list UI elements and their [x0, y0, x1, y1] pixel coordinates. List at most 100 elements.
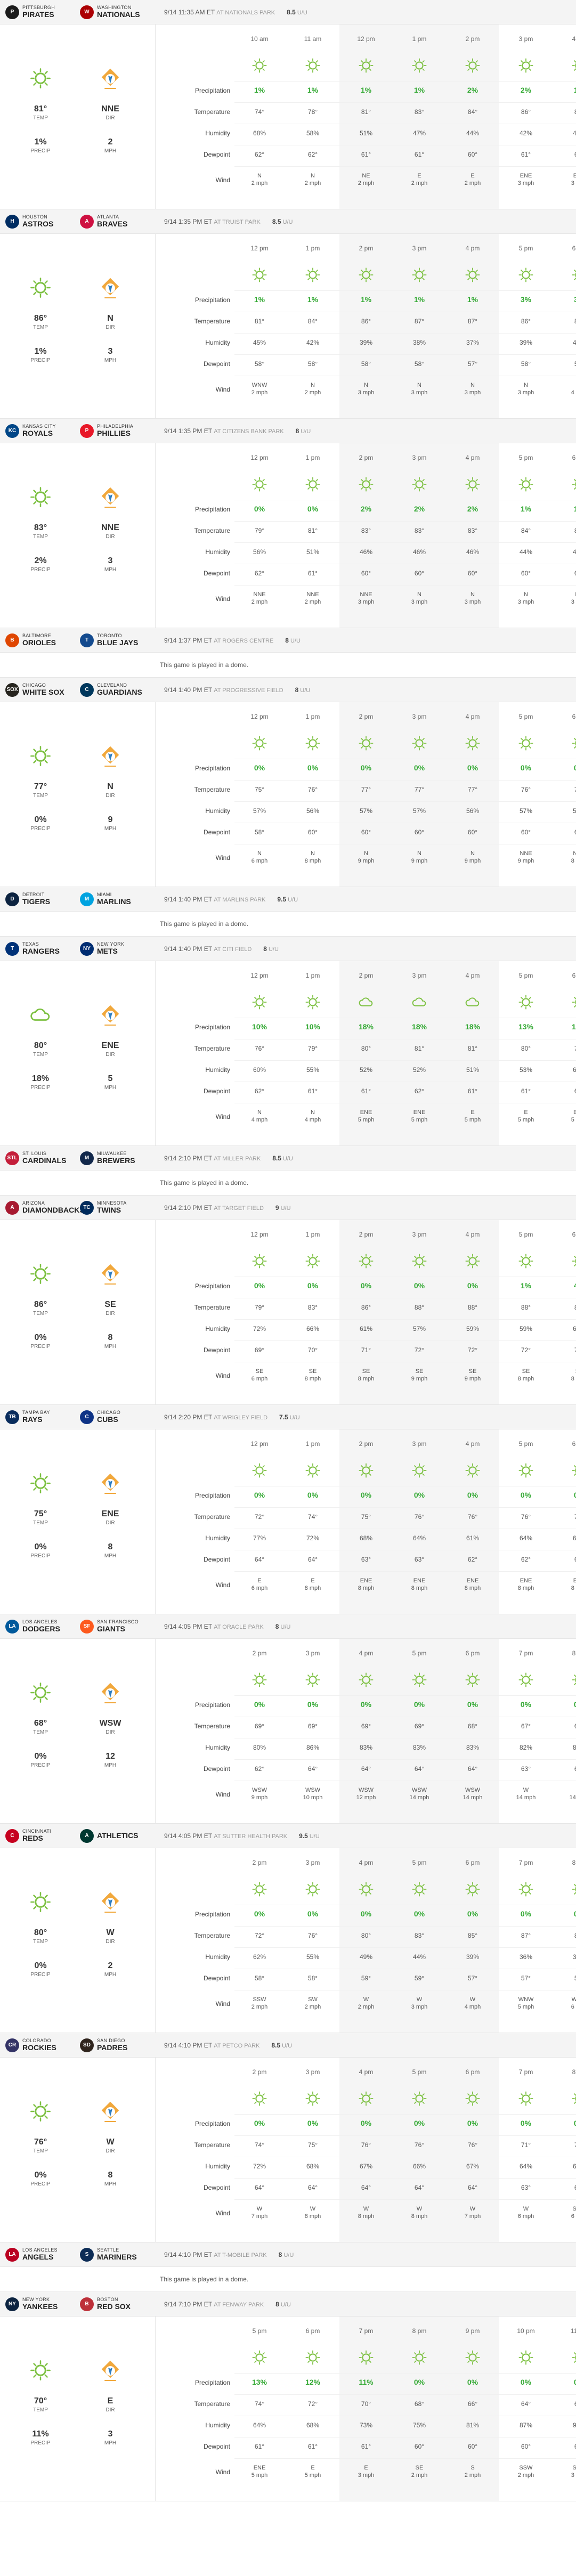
home-team[interactable]: P Philadelphia Phillies — [80, 424, 155, 438]
temp-caption: Temp — [33, 2148, 48, 2154]
humidity-value: 81% — [466, 2421, 480, 2429]
home-team[interactable]: C Cleveland Guardians — [80, 682, 155, 697]
away-team[interactable]: CR Colorado Rockies — [5, 2038, 80, 2052]
venue-name[interactable]: At Nationals Park — [216, 10, 275, 16]
sun-icon — [305, 2091, 321, 2107]
home-team[interactable]: W Washington Nationals — [80, 5, 155, 19]
away-team-name: St. Louis Cardinals — [22, 1151, 66, 1164]
home-team[interactable]: T Toronto Blue Jays — [80, 633, 155, 647]
game-card: D Detroit Tigers M Miami Marlins 9/14 1:40 PM … — [0, 887, 576, 937]
away-team[interactable]: P Pittsburgh Pirates — [5, 5, 80, 19]
team-nickname: Phillies — [97, 428, 131, 437]
forecast-summary: 68° Temp 0% Precip WSW Dir 12 MPH — [0, 1639, 156, 1823]
game-time: 9/14 4:05 PM ET At Oracle Park — [164, 1623, 264, 1630]
wind-speed-value: 6 mph — [251, 858, 268, 864]
humidity-value: 73% — [359, 2421, 373, 2429]
wind-speed-value: 2 mph — [411, 180, 428, 186]
dewpoint-value: 70° — [307, 1346, 318, 1354]
away-team[interactable]: T Texas Rangers — [5, 941, 80, 956]
venue-name[interactable]: At Wrigley Field — [214, 1415, 267, 1421]
wind-direction-value: WNW — [518, 1996, 534, 2003]
sun-icon — [29, 2100, 52, 2123]
hour-label: 6 pm — [465, 1649, 480, 1657]
away-team[interactable]: LA Los Angeles Angels — [5, 2247, 80, 2262]
venue-name[interactable]: At Rogers Centre — [214, 638, 273, 644]
venue-name[interactable]: At Citizens Bank Park — [214, 428, 283, 435]
dewpoint-value: 62° — [254, 1765, 265, 1773]
precip-row-label: Precipitation — [194, 87, 230, 94]
dewpoint-row-label: Dewpoint — [203, 2443, 230, 2450]
home-team[interactable]: M Milwaukee Brewers — [80, 1151, 155, 1165]
summary-precip: 0% — [34, 815, 47, 824]
venue-name[interactable]: At Sutter Health Park — [214, 1833, 287, 1840]
venue-name[interactable]: At Citi Field — [214, 946, 252, 953]
summary-precip: 0% — [34, 1542, 47, 1551]
sun-icon — [358, 1672, 374, 1688]
home-team[interactable]: S Seattle Mariners — [80, 2247, 155, 2262]
wind-direction-value: W — [363, 1996, 369, 2003]
humidity-value: 56% — [466, 807, 480, 815]
away-team[interactable]: B Baltimore Orioles — [5, 633, 80, 647]
wind-direction-value: ENE — [466, 1578, 479, 1584]
home-team[interactable]: TC Minnesota Twins — [80, 1200, 155, 1215]
dewpoint-value: 58° — [254, 1974, 265, 1982]
mph-caption: MPH — [104, 1085, 117, 1091]
away-team[interactable]: SOX Chicago White Sox — [5, 682, 80, 697]
game-header: B Baltimore Orioles T Toronto Blue Jays 9/14 1… — [0, 628, 576, 653]
precip-caption: Precip — [30, 567, 51, 573]
home-team[interactable]: NY New York Mets — [80, 941, 155, 956]
temp-value: 76° — [361, 2141, 371, 2149]
sun-icon — [518, 1672, 534, 1688]
away-team[interactable]: NY New York Yankees — [5, 2297, 80, 2311]
temp-value: 76° — [254, 1045, 265, 1052]
team-nickname: Dodgers — [22, 1624, 60, 1633]
wind-speed-value: 3 mph — [411, 2004, 428, 2010]
home-team[interactable]: SD San Diego Padres — [80, 2038, 155, 2052]
away-team-logo: C — [5, 1829, 19, 1843]
dewpoint-value: 61° — [521, 1087, 531, 1095]
humidity-value: 68% — [306, 2421, 320, 2429]
rating-label: U/U — [309, 1833, 320, 1840]
away-team[interactable]: TB Tampa Bay Rays — [5, 1410, 80, 1424]
away-team[interactable]: A Arizona Diamondbacks — [5, 1200, 85, 1215]
hour-label: 5 pm — [518, 245, 533, 252]
temp-row-label: Temperature — [194, 1045, 230, 1052]
venue-name[interactable]: At Progressive Field — [214, 687, 283, 694]
venue-name[interactable]: At T-Mobile Park — [214, 2252, 266, 2258]
home-team[interactable]: SF San Francisco Giants — [80, 1619, 155, 1634]
away-team[interactable]: STL St. Louis Cardinals — [5, 1151, 80, 1165]
humidity-value: 36% — [519, 1953, 533, 1961]
wind-direction-value: N — [311, 1109, 315, 1116]
humidity-value: 83% — [466, 1744, 480, 1751]
home-team[interactable]: A Atlanta Braves — [80, 214, 155, 229]
temp-value: 78° — [307, 108, 318, 116]
precip-value: 0% — [307, 1700, 319, 1709]
home-team[interactable]: C Chicago Cubs — [80, 1410, 155, 1424]
hour-label: 4 pm — [359, 1649, 374, 1657]
home-team[interactable]: M Miami Marlins — [80, 892, 155, 906]
away-team[interactable]: D Detroit Tigers — [5, 892, 80, 906]
away-team[interactable]: H Houston Astros — [5, 214, 80, 229]
humidity-value: 56% — [253, 548, 266, 556]
venue-name[interactable]: At Petco Park — [214, 2043, 259, 2049]
precip-value: 0% — [467, 2378, 478, 2386]
team-nickname: Rays — [22, 1415, 43, 1424]
venue-name[interactable]: At Miller Park — [214, 1156, 261, 1162]
game-card: KC Kansas City Royals P Philadelphia Phillies… — [0, 419, 576, 628]
wind-direction-icon — [100, 2100, 120, 2123]
humidity-value: 72% — [306, 1534, 320, 1542]
game-time: 9/14 1:40 PM ET At Citi Field — [164, 945, 252, 953]
home-team[interactable]: A Athletics — [80, 1829, 155, 1843]
venue-name[interactable]: At Truist Park — [214, 219, 261, 225]
wind-speed-value: 9 mph — [517, 858, 534, 864]
temp-value: 85° — [555, 108, 576, 116]
away-team[interactable]: LA Los Angeles Dodgers — [5, 1619, 80, 1634]
wind-speed-value: 8 mph — [571, 1376, 576, 1382]
venue-name[interactable]: At Oracle Park — [214, 1624, 264, 1630]
venue-name[interactable]: At Fenway Park — [214, 2302, 264, 2308]
home-team[interactable]: B Boston Red Sox — [80, 2297, 155, 2311]
venue-name[interactable]: At Marlins Park — [214, 897, 265, 903]
away-team[interactable]: KC Kansas City Royals — [5, 424, 80, 438]
away-team[interactable]: C Cincinnati Reds — [5, 1829, 80, 1843]
venue-name[interactable]: At Target Field — [214, 1205, 264, 1212]
